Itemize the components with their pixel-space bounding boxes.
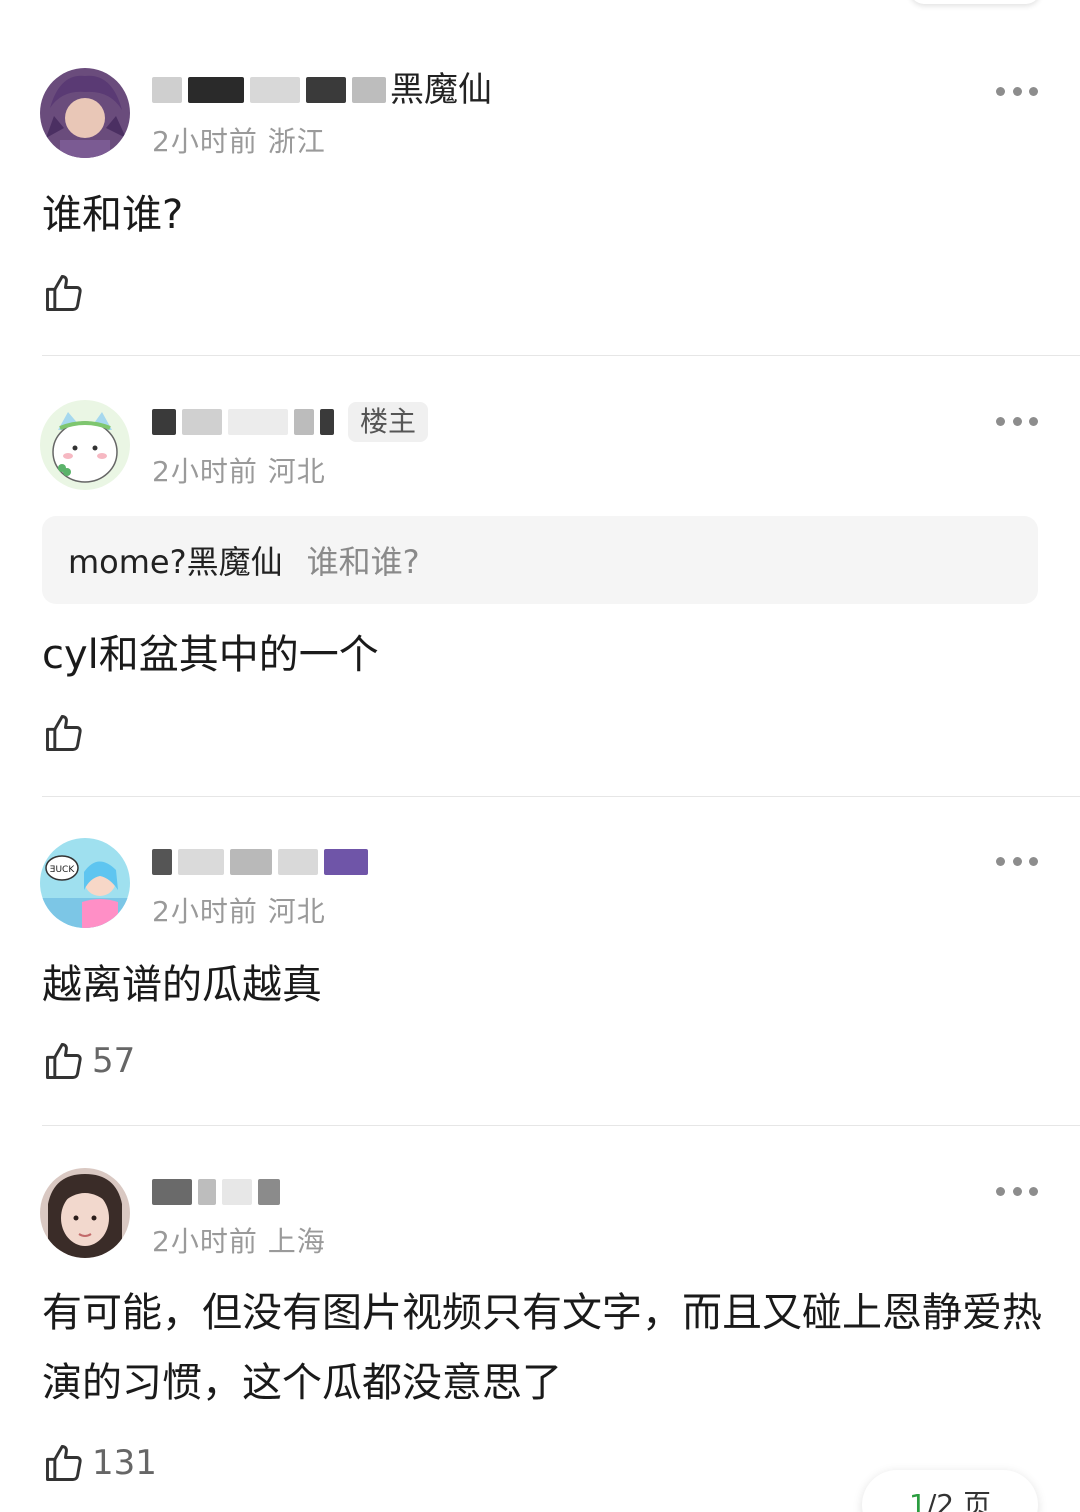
avatar[interactable] [40, 1168, 130, 1258]
thumbs-up-icon [46, 1043, 82, 1079]
like-button[interactable]: 131 [42, 1438, 157, 1488]
more-icon[interactable] [990, 846, 1044, 876]
username[interactable] [152, 838, 368, 886]
comment-time: 2小时前 [152, 1225, 258, 1258]
quoted-reply[interactable]: mome?黑魔仙 谁和谁? [42, 516, 1038, 604]
comment-text: 有可能，但没有图片视频只有文字，而且又碰上恩静爱热演的习惯，这个瓜都没意思了 [42, 1290, 1042, 1406]
username-text: 黑魔仙 [390, 70, 492, 110]
comment-text: 越离谱的瓜越真 [42, 962, 322, 1008]
like-button[interactable] [42, 708, 92, 758]
top-floating-pill[interactable] [910, 0, 1040, 4]
avatar[interactable]: ƎUCK [40, 838, 130, 928]
more-icon[interactable] [990, 76, 1044, 106]
more-icon[interactable] [990, 406, 1044, 436]
comment-text: cyl和盆其中的一个 [42, 632, 379, 678]
page-current: 1 [909, 1488, 927, 1512]
divider [42, 1125, 1080, 1126]
like-button[interactable] [42, 268, 92, 318]
page-total: /2 页 [926, 1488, 991, 1512]
comment-location: 上海 [267, 1225, 326, 1258]
comment-time: 2小时前 [152, 895, 258, 928]
avatar[interactable] [40, 400, 130, 490]
more-icon[interactable] [990, 1176, 1044, 1206]
comment-meta: 2小时前 浙江 [152, 120, 326, 160]
op-badge: 楼主 [348, 402, 429, 442]
avatar[interactable] [40, 68, 130, 158]
username[interactable] [152, 1168, 280, 1216]
page-indicator[interactable]: 1/2 页 [862, 1470, 1038, 1512]
username[interactable]: 黑魔仙 [152, 66, 492, 114]
comment-time: 2小时前 [152, 455, 258, 488]
comment-meta: 2小时前 河北 [152, 890, 326, 930]
thumbs-up-icon [46, 275, 82, 311]
username[interactable]: 楼主 [152, 398, 429, 446]
comment-list-page: 黑魔仙 2小时前 浙江 谁和谁? 楼主 2小时前 河北 mome?黑魔仙 谁和谁… [0, 0, 1080, 1512]
comment-location: 浙江 [267, 125, 326, 158]
quoted-text: 谁和谁? [306, 543, 420, 581]
divider [42, 355, 1080, 356]
like-button[interactable]: 57 [42, 1036, 135, 1086]
comment-meta: 2小时前 河北 [152, 450, 326, 490]
svg-text:ƎUCK: ƎUCK [50, 865, 76, 875]
comment-text: 谁和谁? [42, 192, 184, 238]
comment-location: 河北 [267, 455, 326, 488]
like-count: 57 [92, 1041, 136, 1081]
quoted-username: mome?黑魔仙 [68, 543, 283, 581]
comment-location: 河北 [267, 895, 326, 928]
thumbs-up-icon [46, 715, 82, 751]
comment-meta: 2小时前 上海 [152, 1220, 326, 1260]
comment-time: 2小时前 [152, 125, 258, 158]
thumbs-up-icon [46, 1445, 82, 1481]
like-count: 131 [92, 1443, 157, 1483]
divider [42, 796, 1080, 797]
